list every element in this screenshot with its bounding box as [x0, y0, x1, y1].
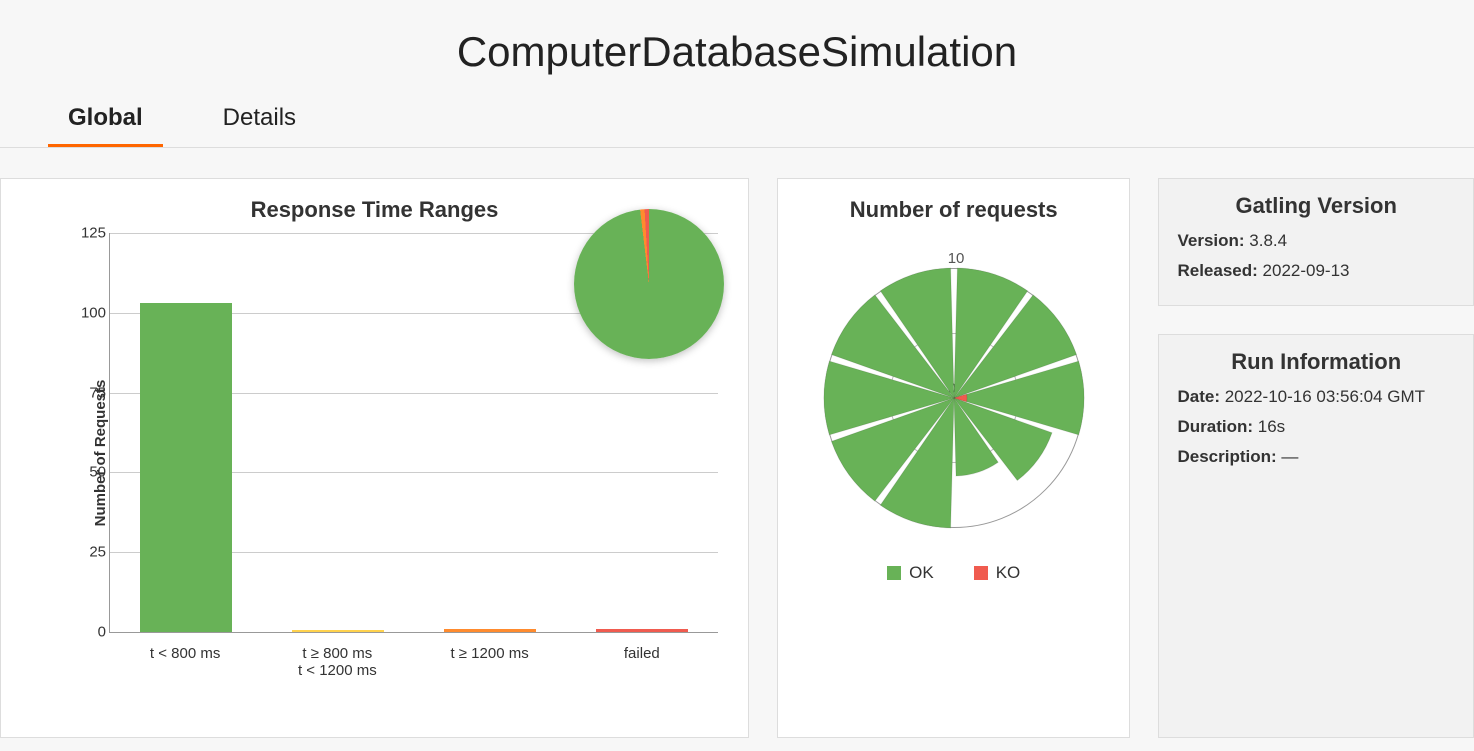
y-tick: 100 — [76, 304, 106, 321]
x-label: failed — [566, 639, 718, 679]
run-date-row: Date: 2022-10-16 03:56:04 GMT — [1177, 387, 1455, 407]
tab-bar: Global Details — [0, 96, 1474, 148]
right-column: Gatling Version Version: 3.8.4 Released:… — [1158, 178, 1474, 738]
tab-details[interactable]: Details — [203, 96, 316, 147]
run-date-value: 2022-10-16 03:56:04 GMT — [1225, 387, 1425, 406]
run-description-value: — — [1281, 447, 1298, 466]
polar-chart: 010 — [819, 253, 1089, 543]
version-heading: Gatling Version — [1177, 193, 1455, 219]
y-tick: 0 — [76, 624, 106, 641]
legend-swatch-ok — [887, 566, 901, 580]
run-date-label: Date: — [1177, 387, 1220, 406]
x-label: t ≥ 800 ms t < 1200 ms — [261, 639, 413, 679]
page-title: ComputerDatabaseSimulation — [0, 0, 1474, 96]
version-label: Version: — [1177, 231, 1244, 250]
y-tick: 25 — [76, 544, 106, 561]
run-info-card: Run Information Date: 2022-10-16 03:56:0… — [1158, 334, 1474, 738]
tab-global[interactable]: Global — [48, 96, 163, 147]
bar — [292, 630, 383, 632]
legend-ko: KO — [974, 563, 1021, 583]
bar — [596, 629, 687, 632]
released-value: 2022-09-13 — [1263, 261, 1350, 280]
run-description-label: Description: — [1177, 447, 1276, 466]
requests-legend: OK KO — [790, 563, 1118, 583]
legend-swatch-ko — [974, 566, 988, 580]
pie-slices — [574, 209, 724, 359]
y-axis-label: Number of Requests — [92, 380, 109, 527]
run-description-row: Description: — — [1177, 447, 1455, 467]
version-value: 3.8.4 — [1249, 231, 1287, 250]
x-label: t ≥ 1200 ms — [413, 639, 565, 679]
run-heading: Run Information — [1177, 349, 1455, 375]
bar — [444, 629, 535, 632]
run-duration-row: Duration: 16s — [1177, 417, 1455, 437]
run-duration-value: 16s — [1258, 417, 1285, 436]
requests-title: Number of requests — [790, 197, 1118, 223]
released-label: Released: — [1177, 261, 1257, 280]
bar — [140, 303, 231, 632]
legend-ok-label: OK — [909, 563, 934, 583]
response-time-ranges-panel: Response Time Ranges Number of Requests … — [0, 178, 749, 738]
gatling-version-card: Gatling Version Version: 3.8.4 Released:… — [1158, 178, 1474, 306]
y-tick: 125 — [76, 225, 106, 242]
content-row: Response Time Ranges Number of Requests … — [0, 148, 1474, 738]
released-row: Released: 2022-09-13 — [1177, 261, 1455, 281]
legend-ko-label: KO — [996, 563, 1021, 583]
number-of-requests-panel: Number of requests 010 OK KO — [777, 178, 1131, 738]
y-tick: 75 — [76, 384, 106, 401]
run-duration-label: Duration: — [1177, 417, 1253, 436]
y-tick: 50 — [76, 464, 106, 481]
response-ranges-pie — [574, 209, 724, 359]
bar-x-labels: t < 800 mst ≥ 800 ms t < 1200 mst ≥ 1200… — [109, 639, 718, 679]
legend-ok: OK — [887, 563, 934, 583]
x-label: t < 800 ms — [109, 639, 261, 679]
version-row: Version: 3.8.4 — [1177, 231, 1455, 251]
